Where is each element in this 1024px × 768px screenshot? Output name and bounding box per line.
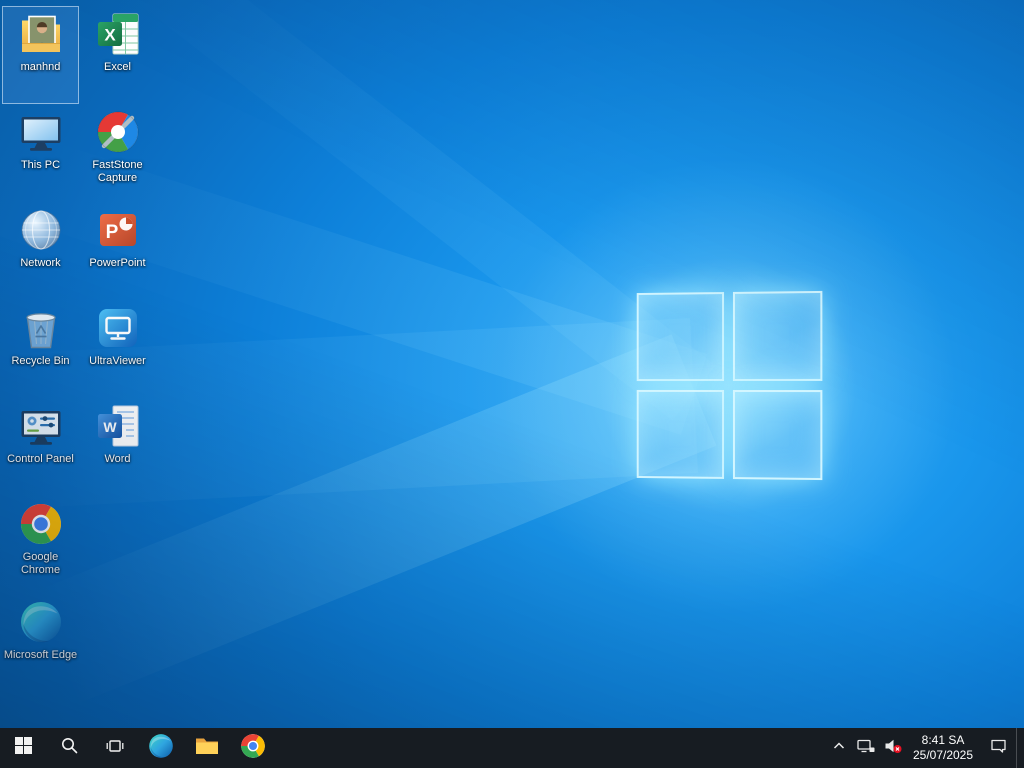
start-button[interactable]	[0, 728, 46, 768]
edge-icon	[19, 598, 63, 646]
windows-logo-pane	[636, 292, 725, 382]
desktop-icon-label: FastStone Capture	[92, 159, 143, 184]
windows-logo-pane	[732, 290, 823, 381]
desktop-icon-label: Microsoft Edge	[3, 649, 78, 661]
svg-text:W: W	[103, 419, 117, 435]
chrome-icon	[240, 733, 266, 764]
this-pc-icon	[19, 108, 63, 156]
desktop-icon-label: Control Panel	[7, 453, 74, 465]
tray-volume-button[interactable]	[879, 728, 906, 768]
desktop-icon-label: manhnd	[20, 61, 61, 73]
desktop-icon-recycle-bin[interactable]: Recycle Bin	[2, 300, 79, 398]
windows-logo-icon	[14, 737, 32, 759]
control-panel-icon	[19, 402, 63, 450]
desktop-icon-control-panel[interactable]: Control Panel	[2, 398, 79, 496]
desktop-icon-network[interactable]: Network	[2, 202, 79, 300]
system-tray: 8:41 SA 25/07/2025	[825, 728, 1024, 768]
show-desktop-button[interactable]	[1016, 728, 1024, 768]
clock-date: 25/07/2025	[912, 748, 974, 762]
taskbar: 8:41 SA 25/07/2025	[0, 728, 1024, 768]
desktop-icon-powerpoint[interactable]: P PowerPoint	[79, 202, 156, 300]
desktop-icon-label: Google Chrome	[20, 551, 61, 576]
svg-text:X: X	[104, 26, 116, 45]
wallpaper-glow	[598, 256, 858, 516]
folder-icon	[194, 733, 220, 764]
wallpaper-glow	[498, 156, 958, 616]
task-view-icon	[106, 738, 124, 759]
network-globe-icon	[19, 206, 63, 254]
desktop-icon-word[interactable]: W Word	[79, 398, 156, 496]
desktop-icon-faststone-capture[interactable]: FastStone Capture	[79, 104, 156, 202]
powerpoint-icon: P	[96, 206, 140, 254]
windows-logo-pane	[732, 390, 823, 481]
windows-logo-wallpaper	[636, 290, 823, 481]
taskbar-clock[interactable]: 8:41 SA 25/07/2025	[906, 733, 980, 763]
taskbar-file-explorer-button[interactable]	[184, 728, 230, 768]
desktop-icon-manhnd[interactable]: manhnd	[2, 6, 79, 104]
taskbar-edge-button[interactable]	[138, 728, 184, 768]
desktop-icon-ultraviewer[interactable]: UltraViewer	[79, 300, 156, 398]
chrome-icon	[19, 500, 63, 548]
word-icon: W	[96, 402, 140, 450]
desktop-icon-label: Excel	[104, 61, 131, 73]
desktop[interactable]: manhnd This PC Network Recycle Bin Contr…	[0, 0, 1024, 728]
desktop-icon-label: Recycle Bin	[11, 355, 70, 367]
taskbar-empty-area[interactable]	[276, 728, 825, 768]
recycle-bin-icon	[19, 304, 63, 352]
volume-muted-icon	[884, 738, 902, 759]
desktop-icon-this-pc[interactable]: This PC	[2, 104, 79, 202]
user-folder-icon	[19, 10, 63, 58]
svg-text:P: P	[105, 222, 118, 243]
action-center-button[interactable]	[980, 728, 1016, 768]
desktop-icon-label: Word	[104, 453, 131, 465]
desktop-icon-microsoft-edge[interactable]: Microsoft Edge	[2, 594, 79, 692]
chevron-up-icon	[832, 739, 846, 758]
search-icon	[61, 737, 78, 759]
ultraviewer-icon	[96, 304, 140, 352]
excel-icon: X	[96, 10, 140, 58]
taskbar-chrome-button[interactable]	[230, 728, 276, 768]
windows-logo-pane	[636, 389, 725, 479]
desktop-icon-google-chrome[interactable]: Google Chrome	[2, 496, 79, 594]
search-button[interactable]	[46, 728, 92, 768]
clock-time: 8:41 SA	[921, 733, 965, 747]
tray-network-button[interactable]	[852, 728, 879, 768]
desktop-icon-excel[interactable]: X Excel	[79, 6, 156, 104]
desktop-icon-label: This PC	[20, 159, 61, 171]
faststone-capture-icon	[96, 108, 140, 156]
desktop-icon-label: PowerPoint	[89, 257, 146, 269]
task-view-button[interactable]	[92, 728, 138, 768]
tray-expand-button[interactable]	[825, 728, 852, 768]
network-status-icon	[856, 738, 875, 759]
desktop-icon-label: Network	[20, 257, 61, 269]
action-center-icon	[990, 738, 1007, 759]
edge-icon	[148, 733, 174, 764]
desktop-icon-label: UltraViewer	[89, 355, 146, 367]
desktop-icon-grid: manhnd This PC Network Recycle Bin Contr…	[2, 6, 156, 692]
